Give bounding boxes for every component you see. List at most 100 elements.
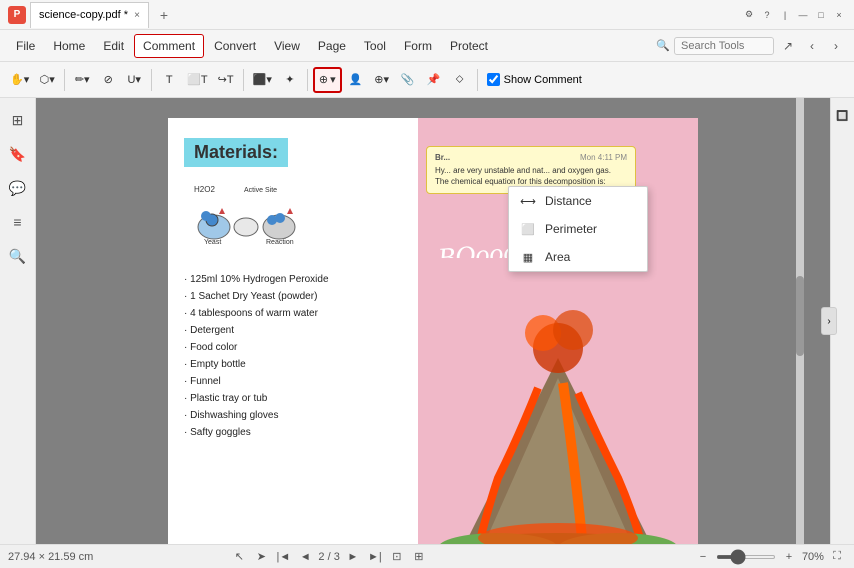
zoom-level: 70%: [802, 551, 824, 563]
dropdown-distance-label: Distance: [545, 194, 592, 208]
menu-file[interactable]: File: [8, 35, 43, 57]
cursor-select-tool[interactable]: ↖: [230, 548, 248, 566]
sidebar-layers[interactable]: ≡: [4, 208, 32, 236]
page-total: 3: [334, 551, 340, 563]
forward-icon[interactable]: ›: [826, 36, 846, 56]
menu-view[interactable]: View: [266, 35, 308, 57]
svg-text:Yeast: Yeast: [204, 239, 221, 246]
help-icon[interactable]: ?: [760, 8, 774, 22]
tool-underline[interactable]: U▾: [122, 67, 146, 93]
first-page-btn[interactable]: |◄: [274, 548, 292, 566]
tool-stamp2[interactable]: ⊕▾: [370, 67, 394, 93]
zoom-in-btn[interactable]: +: [780, 548, 798, 566]
tool-select[interactable]: ⬡▾: [35, 67, 59, 93]
sep2: [151, 69, 152, 91]
collapse-sidebar-btn[interactable]: ›: [821, 307, 837, 335]
page-content: Materials: H2O2 Active Site: [168, 118, 698, 544]
left-sidebar: ⊞ 🔖 💬 ≡ 🔍: [0, 98, 36, 544]
menu-comment[interactable]: Comment: [134, 34, 204, 58]
materials-heading: Materials:: [184, 138, 288, 167]
zoom-out-btn[interactable]: −: [694, 548, 712, 566]
title-bar: P science-copy.pdf * × + ⚙ ? | — □ ×: [0, 0, 854, 30]
tool-user[interactable]: 👤: [344, 67, 368, 93]
distance-icon: ⟷: [519, 192, 537, 210]
page-sep: /: [328, 551, 331, 563]
tool-pin[interactable]: 📌: [422, 67, 446, 93]
page-right: Br... Mon 4:11 PM Hy... are very unstabl…: [418, 118, 698, 544]
tab-close-btn[interactable]: ×: [134, 10, 140, 21]
tool-callout[interactable]: ↪T: [214, 67, 238, 93]
pointer-tool[interactable]: ➤: [252, 548, 270, 566]
sidebar-pages[interactable]: ⊞: [4, 106, 32, 134]
menu-convert[interactable]: Convert: [206, 35, 264, 57]
tool-highlight[interactable]: ⊘: [96, 67, 120, 93]
show-comment-checkbox[interactable]: [487, 73, 500, 86]
diagram-area: H2O2 Active Site Yea: [184, 179, 324, 259]
fullscreen-btn[interactable]: ⛶: [828, 548, 846, 566]
zoom-area: − + 70% ⛶: [694, 548, 846, 566]
tab-area: P science-copy.pdf * × +: [8, 2, 742, 28]
sidebar-search[interactable]: 🔍: [4, 242, 32, 270]
right-sidebar: › 🔲: [830, 98, 854, 544]
main-area: ⊞ 🔖 💬 ≡ 🔍 Materials: H2O2 Active Site: [0, 98, 854, 544]
tool-attach[interactable]: 📎: [396, 67, 420, 93]
menu-tool[interactable]: Tool: [356, 35, 394, 57]
document-tab[interactable]: science-copy.pdf * ×: [30, 2, 149, 28]
prev-page-btn[interactable]: ◄: [296, 548, 314, 566]
menu-page[interactable]: Page: [310, 35, 354, 57]
menu-protect[interactable]: Protect: [442, 35, 496, 57]
list-item: · Plastic tray or tub: [184, 390, 402, 407]
tool-stamp[interactable]: ✦: [278, 67, 302, 93]
next-page-btn[interactable]: ►: [344, 548, 362, 566]
dropdown-area-label: Area: [545, 250, 570, 264]
tool-textbox[interactable]: ⬜T: [183, 67, 211, 93]
dropdown-distance[interactable]: ⟷ Distance: [509, 187, 647, 215]
tool-hand[interactable]: ✋▾: [6, 67, 33, 93]
close-btn[interactable]: ×: [832, 8, 846, 22]
sidebar-comment[interactable]: 💬: [4, 174, 32, 202]
zoom-slider[interactable]: [716, 555, 776, 559]
last-page-btn[interactable]: ►|: [366, 548, 384, 566]
external-link-icon[interactable]: ↗: [778, 36, 798, 56]
search-input[interactable]: [674, 37, 774, 55]
list-item: · Food color: [184, 339, 402, 356]
tool-shape[interactable]: ⬛▾: [249, 67, 276, 93]
fit-width-btn[interactable]: ⊡: [388, 548, 406, 566]
fit-page-btn[interactable]: ⊞: [410, 548, 428, 566]
comment-time: Mon 4:11 PM: [580, 153, 627, 162]
sidebar-bookmark[interactable]: 🔖: [4, 140, 32, 168]
page-indicator: 2 / 3: [318, 551, 339, 563]
back-icon[interactable]: ‹: [802, 36, 822, 56]
menu-edit[interactable]: Edit: [95, 35, 132, 57]
tool-extra[interactable]: ⬦: [448, 67, 472, 93]
menu-form[interactable]: Form: [396, 35, 440, 57]
comment-body1: Hy... are very unstable and nat... and o…: [435, 165, 627, 176]
sep5: [477, 69, 478, 91]
toolbar: ✋▾ ⬡▾ ✏▾ ⊘ U▾ T ⬜T ↪T ⬛▾ ✦ ⊕ ▾ 👤 ⊕▾ 📎 📌 …: [0, 62, 854, 98]
chevron-down-icon: ▾: [330, 73, 336, 86]
sidebar-right-icon[interactable]: 🔲: [829, 102, 854, 130]
area-icon: ▦: [519, 248, 537, 266]
dropdown-perimeter[interactable]: ⬜ Perimeter: [509, 215, 647, 243]
dropdown-perimeter-label: Perimeter: [545, 222, 597, 236]
maximize-btn[interactable]: □: [814, 8, 828, 22]
sep1: [64, 69, 65, 91]
volcano-image: 4400 °c: [418, 258, 698, 544]
list-item: · Detergent: [184, 322, 402, 339]
search-bar: 🔍 ↗ ‹ ›: [656, 36, 846, 56]
tool-pen[interactable]: ✏▾: [70, 67, 94, 93]
divider-icon: |: [778, 8, 792, 22]
new-tab-btn[interactable]: +: [153, 4, 175, 26]
show-comment-container: Show Comment: [487, 73, 582, 86]
svg-text:Reaction: Reaction: [266, 239, 294, 246]
list-item: · Dishwashing gloves: [184, 407, 402, 424]
scrollbar-thumb[interactable]: [796, 276, 804, 356]
tool-measure[interactable]: ⊕ ▾: [313, 67, 342, 93]
minimize-btn[interactable]: —: [796, 8, 810, 22]
show-comment-label: Show Comment: [504, 74, 582, 86]
settings-icon[interactable]: ⚙: [742, 8, 756, 22]
tool-text[interactable]: T: [157, 67, 181, 93]
app-icon: P: [8, 6, 26, 24]
menu-home[interactable]: Home: [45, 35, 93, 57]
dropdown-area[interactable]: ▦ Area: [509, 243, 647, 271]
